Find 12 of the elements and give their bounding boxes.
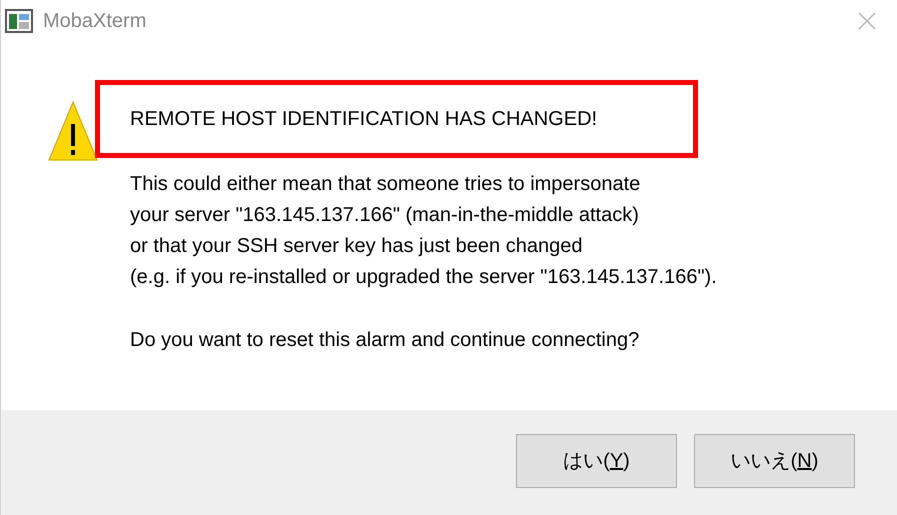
message-line: or that your SSH server key has just been changed <box>130 234 584 259</box>
dialog-button[interactable]: いいえ(N) <box>694 434 855 488</box>
message-line: This could either mean that someone tries to impersonate <box>130 172 642 197</box>
close-icon <box>858 12 876 30</box>
message-line: your server "163.145.137.166" (man-in-the-middle attack) <box>130 203 640 228</box>
message-line: (e.g. if you re-installed or upgraded the server "163.145.137.166"). <box>130 265 717 290</box>
warning-icon <box>48 100 98 162</box>
warning-heading: REMOTE HOST IDENTIFICATION HAS CHANGED! <box>130 107 598 132</box>
window-title: MobaXterm <box>43 9 146 34</box>
question-text: Do you want to reset this alarm and continue connecting? <box>130 328 640 353</box>
dialog-button[interactable]: はい(Y) <box>516 434 677 488</box>
app-icon <box>5 9 33 33</box>
